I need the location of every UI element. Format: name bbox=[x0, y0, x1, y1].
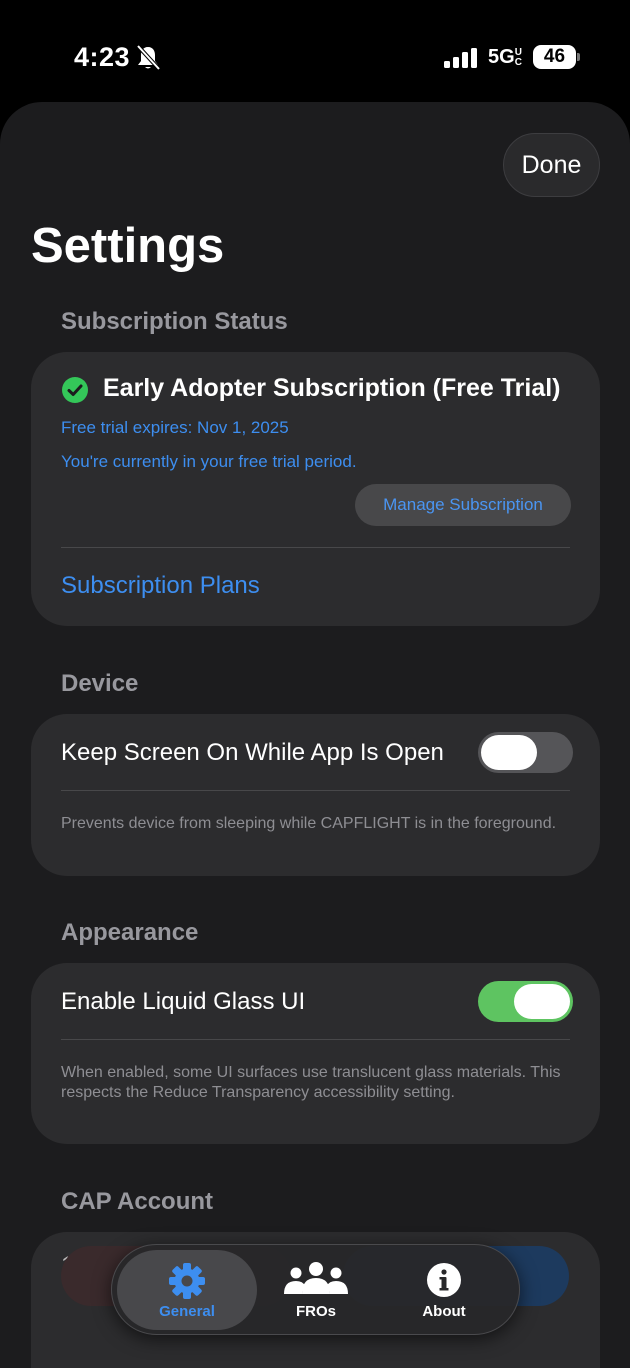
section-header-subscription: Subscription Status bbox=[61, 308, 288, 335]
manage-subscription-button[interactable]: Manage Subscription bbox=[355, 484, 571, 526]
people-icon bbox=[284, 1262, 348, 1294]
trial-status-text: You're currently in your free trial peri… bbox=[61, 452, 357, 471]
bell-slash-icon bbox=[136, 45, 160, 71]
status-time: 4:23 bbox=[74, 42, 131, 72]
network-label: 5GUC bbox=[488, 46, 522, 68]
device-card: Keep Screen On While App Is Open Prevent… bbox=[31, 714, 600, 876]
tab-fros-label: FROs bbox=[295, 1303, 336, 1320]
done-button[interactable]: Done bbox=[503, 133, 600, 197]
subscription-plans-link[interactable]: Subscription Plans bbox=[61, 572, 260, 600]
subscription-name: Early Adopter Subscription (Free Trial) bbox=[103, 374, 561, 402]
tab-general[interactable]: General bbox=[117, 1250, 257, 1330]
page-title: Settings bbox=[31, 219, 225, 273]
settings-sheet: Done Settings Subscription Status Early … bbox=[0, 102, 630, 1368]
cellular-signal-icon bbox=[444, 48, 477, 68]
appearance-card: Enable Liquid Glass UI When enabled, som… bbox=[31, 963, 600, 1144]
trial-expiry-text: Free trial expires: Nov 1, 2025 bbox=[61, 418, 289, 437]
status-bar: 4:23 5GUC 46 bbox=[0, 0, 630, 110]
divider bbox=[61, 790, 570, 791]
liquid-glass-toggle[interactable] bbox=[478, 981, 573, 1022]
section-header-device: Device bbox=[61, 670, 139, 697]
section-header-appearance: Appearance bbox=[61, 919, 199, 946]
tab-general-label: General bbox=[159, 1303, 215, 1320]
checkmark-circle-icon bbox=[62, 377, 88, 403]
liquid-glass-label: Enable Liquid Glass UI bbox=[61, 988, 306, 1015]
keep-screen-on-toggle[interactable] bbox=[478, 732, 573, 773]
tab-fros[interactable]: FROs bbox=[246, 1250, 386, 1330]
divider bbox=[61, 547, 570, 548]
divider bbox=[61, 1039, 570, 1040]
keep-screen-on-label: Keep Screen On While App Is Open bbox=[61, 739, 444, 766]
info-icon bbox=[427, 1263, 461, 1297]
keep-screen-on-footnote: Prevents device from sleeping while CAPF… bbox=[61, 815, 557, 832]
subscription-card: Early Adopter Subscription (Free Trial) … bbox=[31, 352, 600, 626]
tab-bar: General FROs About bbox=[111, 1244, 520, 1335]
tab-about-label: About bbox=[422, 1303, 466, 1320]
battery-icon: 46 bbox=[533, 45, 581, 69]
liquid-glass-footnote: When enabled, some UI surfaces use trans… bbox=[61, 1064, 561, 1101]
tab-about[interactable]: About bbox=[374, 1250, 514, 1330]
gear-icon bbox=[169, 1263, 205, 1299]
battery-level: 46 bbox=[533, 45, 576, 69]
section-header-cap-account: CAP Account bbox=[61, 1188, 214, 1215]
